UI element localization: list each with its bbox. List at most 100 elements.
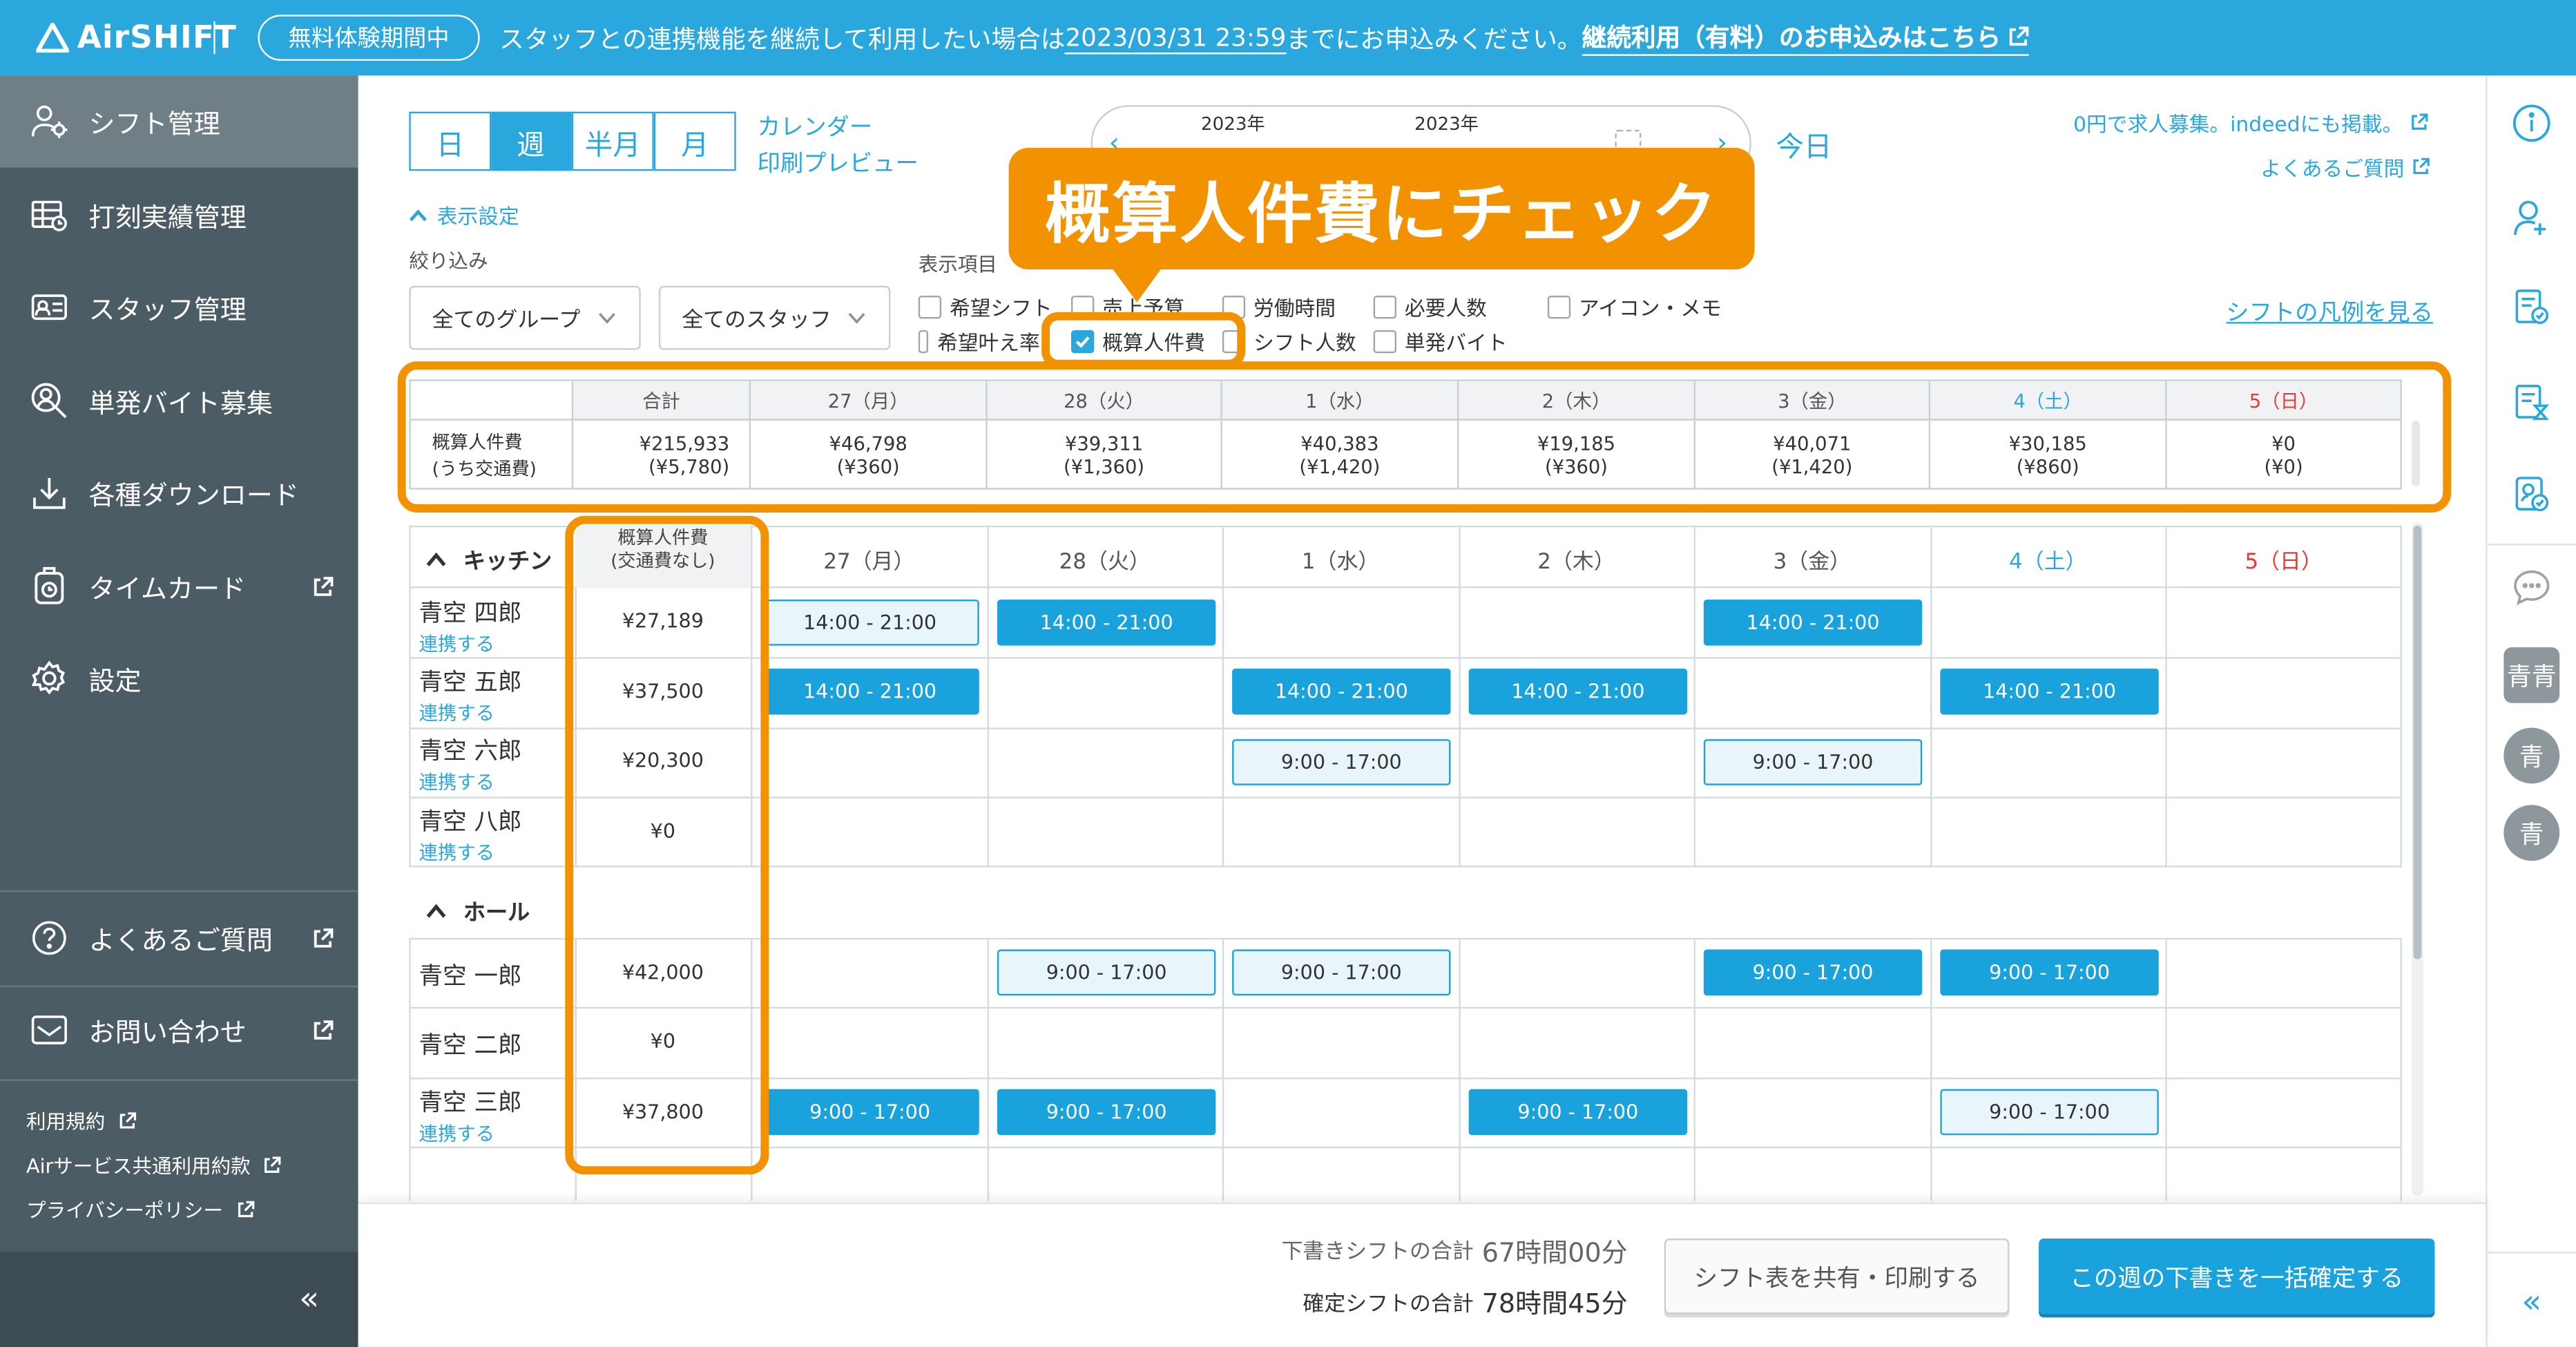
rsidebar-divider — [2487, 544, 2576, 546]
shift-block[interactable]: 9:00 - 17:00 — [1940, 1089, 2159, 1136]
sidebar-item-help[interactable]: よくあるご質問 — [0, 892, 358, 984]
shift-block[interactable]: 9:00 - 17:00 — [1940, 949, 2159, 996]
shift-legend-link[interactable]: シフトの凡例を見る — [2226, 296, 2433, 329]
add-staff-icon[interactable] — [2510, 197, 2553, 240]
faq-link[interactable]: よくあるご質問 — [2260, 151, 2429, 182]
grid-scrollbar-thumb[interactable] — [2413, 525, 2422, 959]
staff-row-label: 青空 四郎 連携する — [419, 595, 522, 657]
shift-block[interactable]: 9:00 - 17:00 — [1232, 949, 1451, 996]
grid-line — [1693, 525, 1695, 868]
group-select[interactable]: 全てのグループ — [409, 285, 641, 350]
view-halfmonth-tab[interactable]: 半月 — [571, 111, 654, 171]
link-staff-link[interactable]: 連携する — [419, 839, 522, 866]
shift-block[interactable]: 14:00 - 21:00 — [1468, 668, 1688, 715]
doc-check-icon[interactable] — [2510, 286, 2553, 329]
common-terms-link[interactable]: Airサービス共通利用約款 — [26, 1152, 282, 1179]
chevron-down-icon — [598, 313, 616, 324]
info-icon[interactable] — [2510, 102, 2553, 144]
terms-link[interactable]: 利用規約 — [26, 1107, 137, 1135]
sidebar-item-shift[interactable]: シフト管理 — [0, 75, 358, 168]
confirmed-total-value: 78時間45分 — [1481, 1288, 1628, 1319]
calendar-link[interactable]: カレンダー — [758, 110, 873, 143]
sidebar-item-timestamp[interactable]: 打刻実績管理 — [0, 169, 358, 261]
person-search-icon — [30, 381, 69, 421]
shift-block[interactable]: 9:00 - 17:00 — [1232, 739, 1451, 785]
print-preview-link[interactable]: 印刷プレビュー — [758, 146, 919, 180]
external-link-icon — [312, 925, 334, 956]
shift-block[interactable]: 9:00 - 17:00 — [997, 949, 1216, 996]
link-staff-link[interactable]: 連携する — [419, 1120, 522, 1147]
checkbox-label: 労働時間 — [1253, 296, 1336, 321]
timecard-icon — [30, 566, 69, 606]
shift-block[interactable]: 9:00 - 17:00 — [760, 1089, 979, 1136]
today-button[interactable]: 今日 — [1776, 123, 1832, 164]
link-staff-link[interactable]: 連携する — [419, 631, 522, 657]
display-settings-toggle[interactable]: 表示設定 — [409, 199, 519, 230]
sidebar-collapse-button[interactable]: « — [0, 1252, 358, 1347]
staff-check-icon[interactable] — [2510, 473, 2553, 516]
sidebar-item-settings[interactable]: 設定 — [0, 633, 358, 725]
checkbox[interactable] — [918, 329, 930, 353]
checkbox-required-staff[interactable]: 必要人数 — [1373, 291, 1487, 322]
section-kitchen[interactable]: キッチン — [425, 542, 552, 575]
sidebar-item-timecard[interactable]: タイムカード — [0, 540, 358, 632]
grid-line — [2400, 937, 2402, 1201]
section-hall[interactable]: ホール — [425, 894, 530, 926]
shift-block[interactable]: 9:00 - 17:00 — [997, 1089, 1216, 1136]
grid-line — [987, 937, 990, 1201]
confirm-all-drafts-button[interactable]: この週の下書きを一括確定する — [2039, 1239, 2435, 1315]
shift-block[interactable]: 14:00 - 21:00 — [760, 599, 979, 646]
link-staff-link[interactable]: 連携する — [419, 700, 522, 726]
staff-select-value: 全てのスタッフ — [682, 309, 832, 334]
trial-badge: 無料体験期間中 — [258, 15, 480, 61]
shift-block[interactable]: 9:00 - 17:00 — [1703, 739, 1923, 785]
checkbox-onetime-job[interactable]: 単発バイト — [1373, 325, 1508, 356]
double-chevron-left-icon: « — [298, 1278, 320, 1318]
view-day-tab[interactable]: 日 — [409, 111, 492, 171]
checkbox[interactable] — [1373, 294, 1397, 318]
bottom-action-bar: 下書きシフトの合計 67時間00分 確定シフトの合計 78時間45分 シフト表を… — [358, 1202, 2486, 1347]
sidebar-item-staff[interactable]: スタッフ管理 — [0, 261, 358, 353]
double-chevron-left-icon[interactable]: « — [2510, 1280, 2553, 1323]
checkbox[interactable] — [918, 294, 942, 318]
checkbox[interactable] — [1373, 329, 1397, 353]
continue-use-link[interactable]: 継続利用（有料）のお申込みはこちら — [1582, 20, 2029, 56]
avatar[interactable]: 青 — [2503, 727, 2560, 784]
sidebar-item-label: 単発バイト募集 — [88, 388, 273, 419]
people-gear-icon — [30, 102, 69, 141]
shift-block[interactable]: 14:00 - 21:00 — [1703, 599, 1923, 646]
staff-name: 青空 八郎 — [419, 810, 522, 837]
airshift-logo[interactable]: AirSHIFT — [36, 17, 237, 59]
recruit-link[interactable]: 0円で求人募集。indeedにも掲載。 — [2073, 107, 2428, 138]
checkbox-icon-memo[interactable]: アイコン・メモ — [1547, 291, 1722, 322]
shift-block[interactable]: 14:00 - 21:00 — [997, 599, 1216, 646]
checkbox-label: 必要人数 — [1404, 296, 1487, 321]
sidebar-item-onetime-job[interactable]: 単発バイト募集 — [0, 355, 358, 447]
staff-row-label: 青空 五郎 連携する — [419, 664, 522, 726]
id-card-icon — [30, 287, 69, 327]
shift-block[interactable]: 14:00 - 21:00 — [760, 668, 979, 715]
shift-block[interactable]: 9:00 - 17:00 — [1468, 1089, 1688, 1136]
callout-pointer — [1111, 266, 1164, 303]
sidebar-item-label: よくあるご質問 — [88, 924, 273, 957]
view-week-tab[interactable]: 週 — [489, 111, 572, 171]
checkbox[interactable] — [1547, 294, 1571, 318]
checkbox-desired-shift[interactable]: 希望シフト — [918, 291, 1052, 322]
shift-block[interactable]: 9:00 - 17:00 — [1703, 949, 1923, 996]
shift-block[interactable]: 14:00 - 21:00 — [1940, 668, 2159, 715]
checkbox-wish-rate[interactable]: 希望叶え率 — [918, 325, 1040, 356]
share-print-button[interactable]: シフト表を共有・印刷する — [1664, 1239, 2010, 1315]
sidebar-item-contact[interactable]: お問い合わせ — [0, 984, 358, 1076]
privacy-label: プライバシーポリシー — [26, 1198, 223, 1223]
privacy-link[interactable]: プライバシーポリシー — [26, 1196, 254, 1223]
shift-block[interactable]: 14:00 - 21:00 — [1232, 668, 1451, 715]
avatar[interactable]: 青 — [2503, 805, 2560, 861]
doc-time-icon[interactable] — [2510, 381, 2553, 424]
avatar[interactable]: 青青 — [2503, 647, 2560, 703]
question-circle-icon — [30, 918, 69, 957]
sidebar-item-download[interactable]: 各種ダウンロード — [0, 447, 358, 539]
link-staff-link[interactable]: 連携する — [419, 769, 522, 795]
view-month-tab[interactable]: 月 — [653, 111, 736, 171]
chat-icon[interactable] — [2510, 566, 2553, 609]
staff-select[interactable]: 全てのスタッフ — [658, 285, 891, 350]
